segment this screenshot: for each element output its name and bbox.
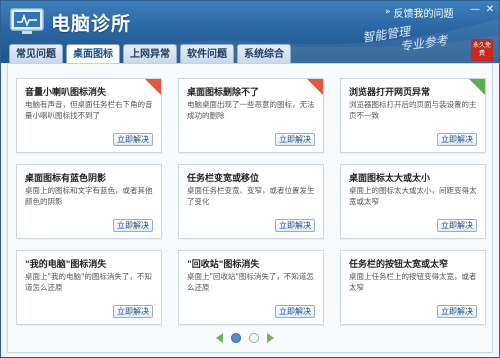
issue-card: 音量小喇叭图标消失 电脑有声音，但桌面任务栏右下角的音量小喇叭图标找不到了 立即… — [16, 78, 162, 153]
resolve-button[interactable]: 立即解决 — [275, 133, 315, 146]
issue-title: 任务栏变宽或移位 — [187, 174, 260, 184]
issue-card: 桌面图标太大或太小 桌面上的图标太大或太小，间距变得太宽或太窄 立即解决 — [340, 164, 486, 239]
double-chevron-icon: » — [385, 7, 391, 17]
issue-card: "回收站"图标消失 桌面上"回收站"图标消失了，不知道怎么还原 立即解决 — [178, 250, 324, 325]
issue-title: 音量小喇叭图标消失 — [25, 88, 107, 98]
minimize-button[interactable]: — — [468, 4, 482, 16]
issue-title: 桌面图标太大或太小 — [349, 174, 431, 184]
header-bar: 电脑诊所 » 反馈我的问题 — ✕ 智能管理 专业参考 永久免费 常见问题 桌面… — [1, 1, 499, 63]
resolve-button[interactable]: 立即解决 — [113, 219, 153, 232]
issue-description: 桌面上"我的电脑"的图标消失了，不知道怎么还原 — [25, 272, 152, 292]
tab-network-issues[interactable]: 上网异常 — [123, 44, 177, 63]
issue-description: 桌面上"回收站"图标消失了，不知道怎么还原 — [187, 272, 314, 292]
resolve-button[interactable]: 立即解决 — [437, 305, 477, 318]
issue-card: "我的电脑"图标消失 桌面上"我的电脑"的图标消失了，不知道怎么还原 立即解决 — [16, 250, 162, 325]
feedback-label: 反馈我的问题 — [393, 8, 454, 20]
resolve-button[interactable]: 立即解决 — [437, 219, 477, 232]
app-title: 电脑诊所 — [51, 13, 132, 35]
tab-bar: 常见问题 桌面图标 上网异常 软件问题 系统综合 — [9, 44, 291, 63]
page-dot-2[interactable] — [249, 333, 259, 343]
close-button[interactable]: ✕ — [483, 4, 497, 16]
issue-title: "我的电脑"图标消失 — [25, 260, 107, 270]
issue-title: 任务栏的按钮太宽或太窄 — [349, 260, 449, 270]
app-window: 电脑诊所 » 反馈我的问题 — ✕ 智能管理 专业参考 永久免费 常见问题 桌面… — [0, 0, 500, 358]
issue-title: 桌面图标有蓝色阴影 — [25, 174, 107, 184]
issue-description: 桌面任务栏变宽、变窄，或者位置发生了变化 — [187, 186, 315, 206]
issue-card: 桌面图标删除不了 电脑桌面出现了一些恶意的图标，无法成功的删除 立即解决 — [178, 78, 324, 153]
issue-grid: 音量小喇叭图标消失 电脑有声音，但桌面任务栏右下角的音量小喇叭图标找不到了 立即… — [7, 63, 493, 353]
issue-description: 浏览器图标打开后的页面与装设置的主页不一致 — [349, 100, 477, 120]
next-page-arrow-icon[interactable] — [267, 333, 274, 343]
issue-description: 桌面上的图标太大或太小，间距变得太宽或太窄 — [349, 186, 477, 206]
monitor-logo-icon — [10, 8, 44, 34]
tab-system-general[interactable]: 系统综合 — [237, 44, 291, 63]
issue-card: 任务栏变宽或移位 桌面任务栏变宽、变窄，或者位置发生了变化 立即解决 — [178, 164, 324, 239]
free-stamp: 永久免费 — [471, 39, 493, 61]
prev-page-arrow-icon[interactable] — [216, 333, 223, 343]
tab-software-issues[interactable]: 软件问题 — [180, 44, 234, 63]
issue-description: 桌面上的图标和文字有蓝色，或者其他颜色的阴影 — [25, 186, 153, 206]
resolve-button[interactable]: 立即解决 — [113, 133, 153, 146]
tab-desktop-icons[interactable]: 桌面图标 — [66, 44, 120, 63]
issue-title: 桌面图标删除不了 — [187, 88, 260, 98]
issue-title: "回收站"图标消失 — [187, 260, 260, 270]
issue-title: 浏览器打开网页异常 — [349, 88, 431, 98]
issue-description: 桌面上任务栏上的按钮变得太宽，或者太窄 — [349, 272, 477, 292]
resolve-button[interactable]: 立即解决 — [275, 305, 315, 318]
tab-common-issues[interactable]: 常见问题 — [9, 44, 63, 63]
feedback-link[interactable]: » 反馈我的问题 — [385, 5, 454, 20]
issue-card: 任务栏的按钮太宽或太窄 桌面上任务栏上的按钮变得太宽，或者太窄 立即解决 — [340, 250, 486, 325]
pagination — [216, 330, 274, 346]
resolve-button[interactable]: 立即解决 — [275, 219, 315, 232]
resolve-button[interactable]: 立即解决 — [113, 305, 153, 318]
issue-card: 桌面图标有蓝色阴影 桌面上的图标和文字有蓝色，或者其他颜色的阴影 立即解决 — [16, 164, 162, 239]
issue-card: 浏览器打开网页异常 浏览器图标打开后的页面与装设置的主页不一致 立即解决 — [340, 78, 486, 153]
issue-description: 电脑桌面出现了一些恶意的图标，无法成功的删除 — [187, 100, 315, 120]
issue-description: 电脑有声音，但桌面任务栏右下角的音量小喇叭图标找不到了 — [25, 100, 153, 120]
resolve-button[interactable]: 立即解决 — [437, 133, 477, 146]
page-dot-1[interactable] — [231, 333, 241, 343]
